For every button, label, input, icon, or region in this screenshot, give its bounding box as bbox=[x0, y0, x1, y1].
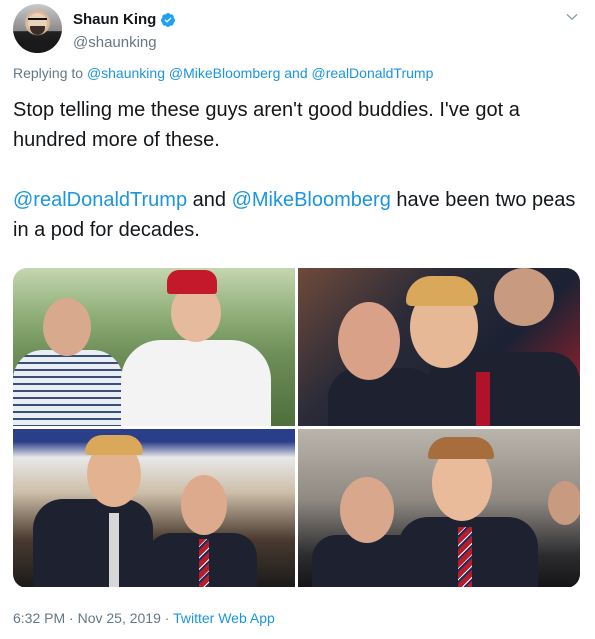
author-info[interactable]: Shaun King @shaunking bbox=[73, 10, 176, 53]
reply-mention-and[interactable]: and bbox=[284, 65, 307, 81]
replying-to-label: Replying to bbox=[13, 65, 84, 81]
verified-badge-icon bbox=[161, 12, 176, 27]
photo-2-left-head bbox=[338, 302, 400, 380]
photo-2-left-suit bbox=[328, 368, 438, 426]
photo-4-left-head bbox=[340, 477, 394, 543]
photo-3-right-head bbox=[181, 475, 227, 535]
display-name-text[interactable]: Shaun King bbox=[73, 10, 156, 29]
avatar-glasses bbox=[28, 18, 47, 22]
photo-1-red-cap bbox=[167, 270, 217, 294]
photo-2-red-tie bbox=[476, 372, 490, 426]
photo-4-right-tie bbox=[458, 527, 472, 587]
tweet-text-line2: @realDonaldTrump and @MikeBloomberg have… bbox=[13, 185, 583, 245]
footer-separator-1: · bbox=[69, 610, 74, 626]
tweet-source[interactable]: Twitter Web App bbox=[173, 610, 275, 626]
photo-3-blonde-hair bbox=[85, 435, 143, 455]
photo-2-blonde-hair bbox=[406, 276, 478, 306]
tweet-card: Shaun King @shaunking Replying to @shaun… bbox=[0, 0, 595, 639]
reply-mention-realdonaldtrump[interactable]: @realDonaldTrump bbox=[312, 65, 434, 81]
photo-1-left-shirt bbox=[13, 350, 123, 426]
media-grid bbox=[13, 268, 580, 588]
replying-to-line: Replying to @shaunking @MikeBloomberg an… bbox=[13, 64, 433, 82]
user-handle[interactable]: @shaunking bbox=[73, 33, 176, 53]
footer-separator-2: · bbox=[164, 610, 170, 626]
photo-2[interactable] bbox=[298, 268, 580, 426]
chevron-down-icon[interactable] bbox=[565, 10, 579, 24]
photo-3-left-tie bbox=[109, 513, 119, 587]
tweet-footer: 6:32 PM · Nov 25, 2019 · Twitter Web App bbox=[13, 609, 275, 627]
tweet-text: Stop telling me these guys aren't good b… bbox=[13, 95, 583, 245]
photo-2-bg-head bbox=[494, 268, 554, 326]
photo-3[interactable] bbox=[13, 429, 295, 587]
photo-4-hair bbox=[428, 437, 494, 459]
photo-4-bg-head-right bbox=[548, 481, 580, 525]
photo-1[interactable] bbox=[13, 268, 295, 426]
mention-realdonaldtrump[interactable]: @realDonaldTrump bbox=[13, 189, 187, 211]
tweet-date[interactable]: Nov 25, 2019 bbox=[78, 610, 161, 626]
photo-3-left-suit bbox=[33, 499, 153, 587]
tweet-header: Shaun King @shaunking bbox=[13, 4, 583, 56]
reply-mention-shaunking[interactable]: @shaunking bbox=[87, 65, 165, 81]
photo-4[interactable] bbox=[298, 429, 580, 587]
display-name[interactable]: Shaun King bbox=[73, 10, 176, 29]
mention-mikebloomberg[interactable]: @MikeBloomberg bbox=[232, 189, 391, 211]
tweet-text-line1: Stop telling me these guys aren't good b… bbox=[13, 99, 520, 151]
photo-1-left-head bbox=[43, 298, 91, 356]
reply-mention-mikebloomberg[interactable]: @MikeBloomberg bbox=[169, 65, 280, 81]
avatar-shirt bbox=[19, 40, 56, 53]
photo-1-right-shirt bbox=[121, 340, 271, 426]
photo-3-right-tie bbox=[199, 539, 209, 587]
avatar-beard bbox=[30, 26, 45, 35]
avatar[interactable] bbox=[13, 4, 62, 53]
tweet-time[interactable]: 6:32 PM bbox=[13, 610, 65, 626]
tweet-text-gap bbox=[13, 155, 583, 185]
tweet-connector: and bbox=[187, 189, 232, 211]
